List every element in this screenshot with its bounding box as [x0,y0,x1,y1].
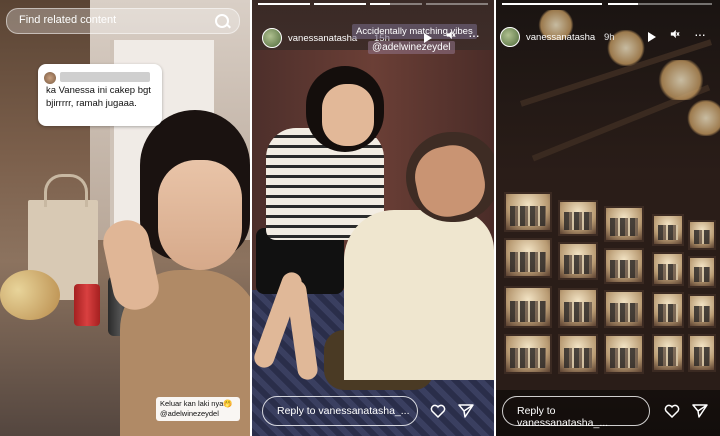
bottle-shelf [652,214,684,246]
flowers [0,270,60,320]
sticker-text: Accidentally matching vibes [352,24,477,39]
progress-segment [258,3,310,5]
progress-segment [426,3,488,5]
person-photo [99,110,250,436]
bottle-shelf [558,288,598,328]
bottle-shelf [504,334,552,374]
bottle-shelf [652,292,684,328]
avatar[interactable] [262,28,282,48]
bottle-shelf [558,242,598,280]
avatar [44,72,56,84]
avatar[interactable] [500,27,520,47]
bottle-shelf [504,238,552,278]
post-time: 9h [604,32,615,43]
username[interactable]: vanessanatasha [526,32,595,43]
send-icon[interactable] [692,403,708,419]
mute-icon[interactable] [446,30,456,42]
bottle-shelf [652,334,684,372]
bottle-shelf [604,248,644,284]
story-panel-2: vanessanatasha 15h Accidentally matching… [252,0,494,436]
cream-sweater [344,210,494,380]
bottle-shelf [504,192,552,232]
story-panel-3: vanessanatasha 9h ··· Reply to vanessana… [496,0,720,436]
username[interactable]: vanessanatasha [288,33,357,44]
bottle-shelf [604,290,644,328]
bottle-shelf [604,334,644,374]
light-glow [686,100,720,136]
bottle-shelf [688,334,716,372]
bottle-shelf [558,334,598,374]
search-placeholder: Find related content [19,14,117,26]
heart-icon[interactable] [664,404,680,418]
bottle-shelf [558,200,598,236]
bottle-shelf [688,220,716,250]
progress-segment [370,3,422,5]
mute-icon[interactable] [670,29,680,41]
send-icon[interactable] [458,403,474,419]
search-icon[interactable] [215,14,229,28]
story-panel-1: Find related content ka Vanessa ini cake… [0,0,250,436]
heart-icon[interactable] [430,404,446,418]
bottle-shelf [688,294,716,328]
bottle-shelf [504,286,552,328]
comment-card: ka Vanessa ini cakep bgt bjirrrrr, ramah… [38,64,162,126]
progress-segment [314,3,366,5]
progress-segment [502,3,602,5]
bottle-shelf [652,252,684,286]
redacted-username [60,72,150,82]
person-face [322,84,374,146]
caption-text: Keluar kan laki nya🤭 @adelwinezeydel [156,397,240,421]
bottle-shelf [688,256,716,288]
more-icon[interactable]: ··· [694,27,706,41]
mention-tag[interactable]: @adelwinezeydel [368,41,455,54]
progress-segment [608,3,712,5]
more-icon[interactable]: ··· [468,28,480,42]
bottle-shelf [604,206,644,242]
play-icon[interactable] [424,33,432,43]
comment-text: ka Vanessa ini cakep bgt bjirrrrr, ramah… [46,85,151,109]
search-bar[interactable]: Find related content [6,8,240,34]
light-glow [656,60,706,100]
reply-input[interactable]: Reply to vanessanatasha_... [262,396,418,426]
reply-input[interactable]: Reply to vanessanatasha_... [502,396,650,429]
reply-placeholder: Reply to vanessanatasha_... [517,405,609,429]
reply-placeholder: Reply to vanessanatasha_... [277,405,410,417]
play-icon[interactable] [648,32,656,42]
red-can [74,284,100,326]
